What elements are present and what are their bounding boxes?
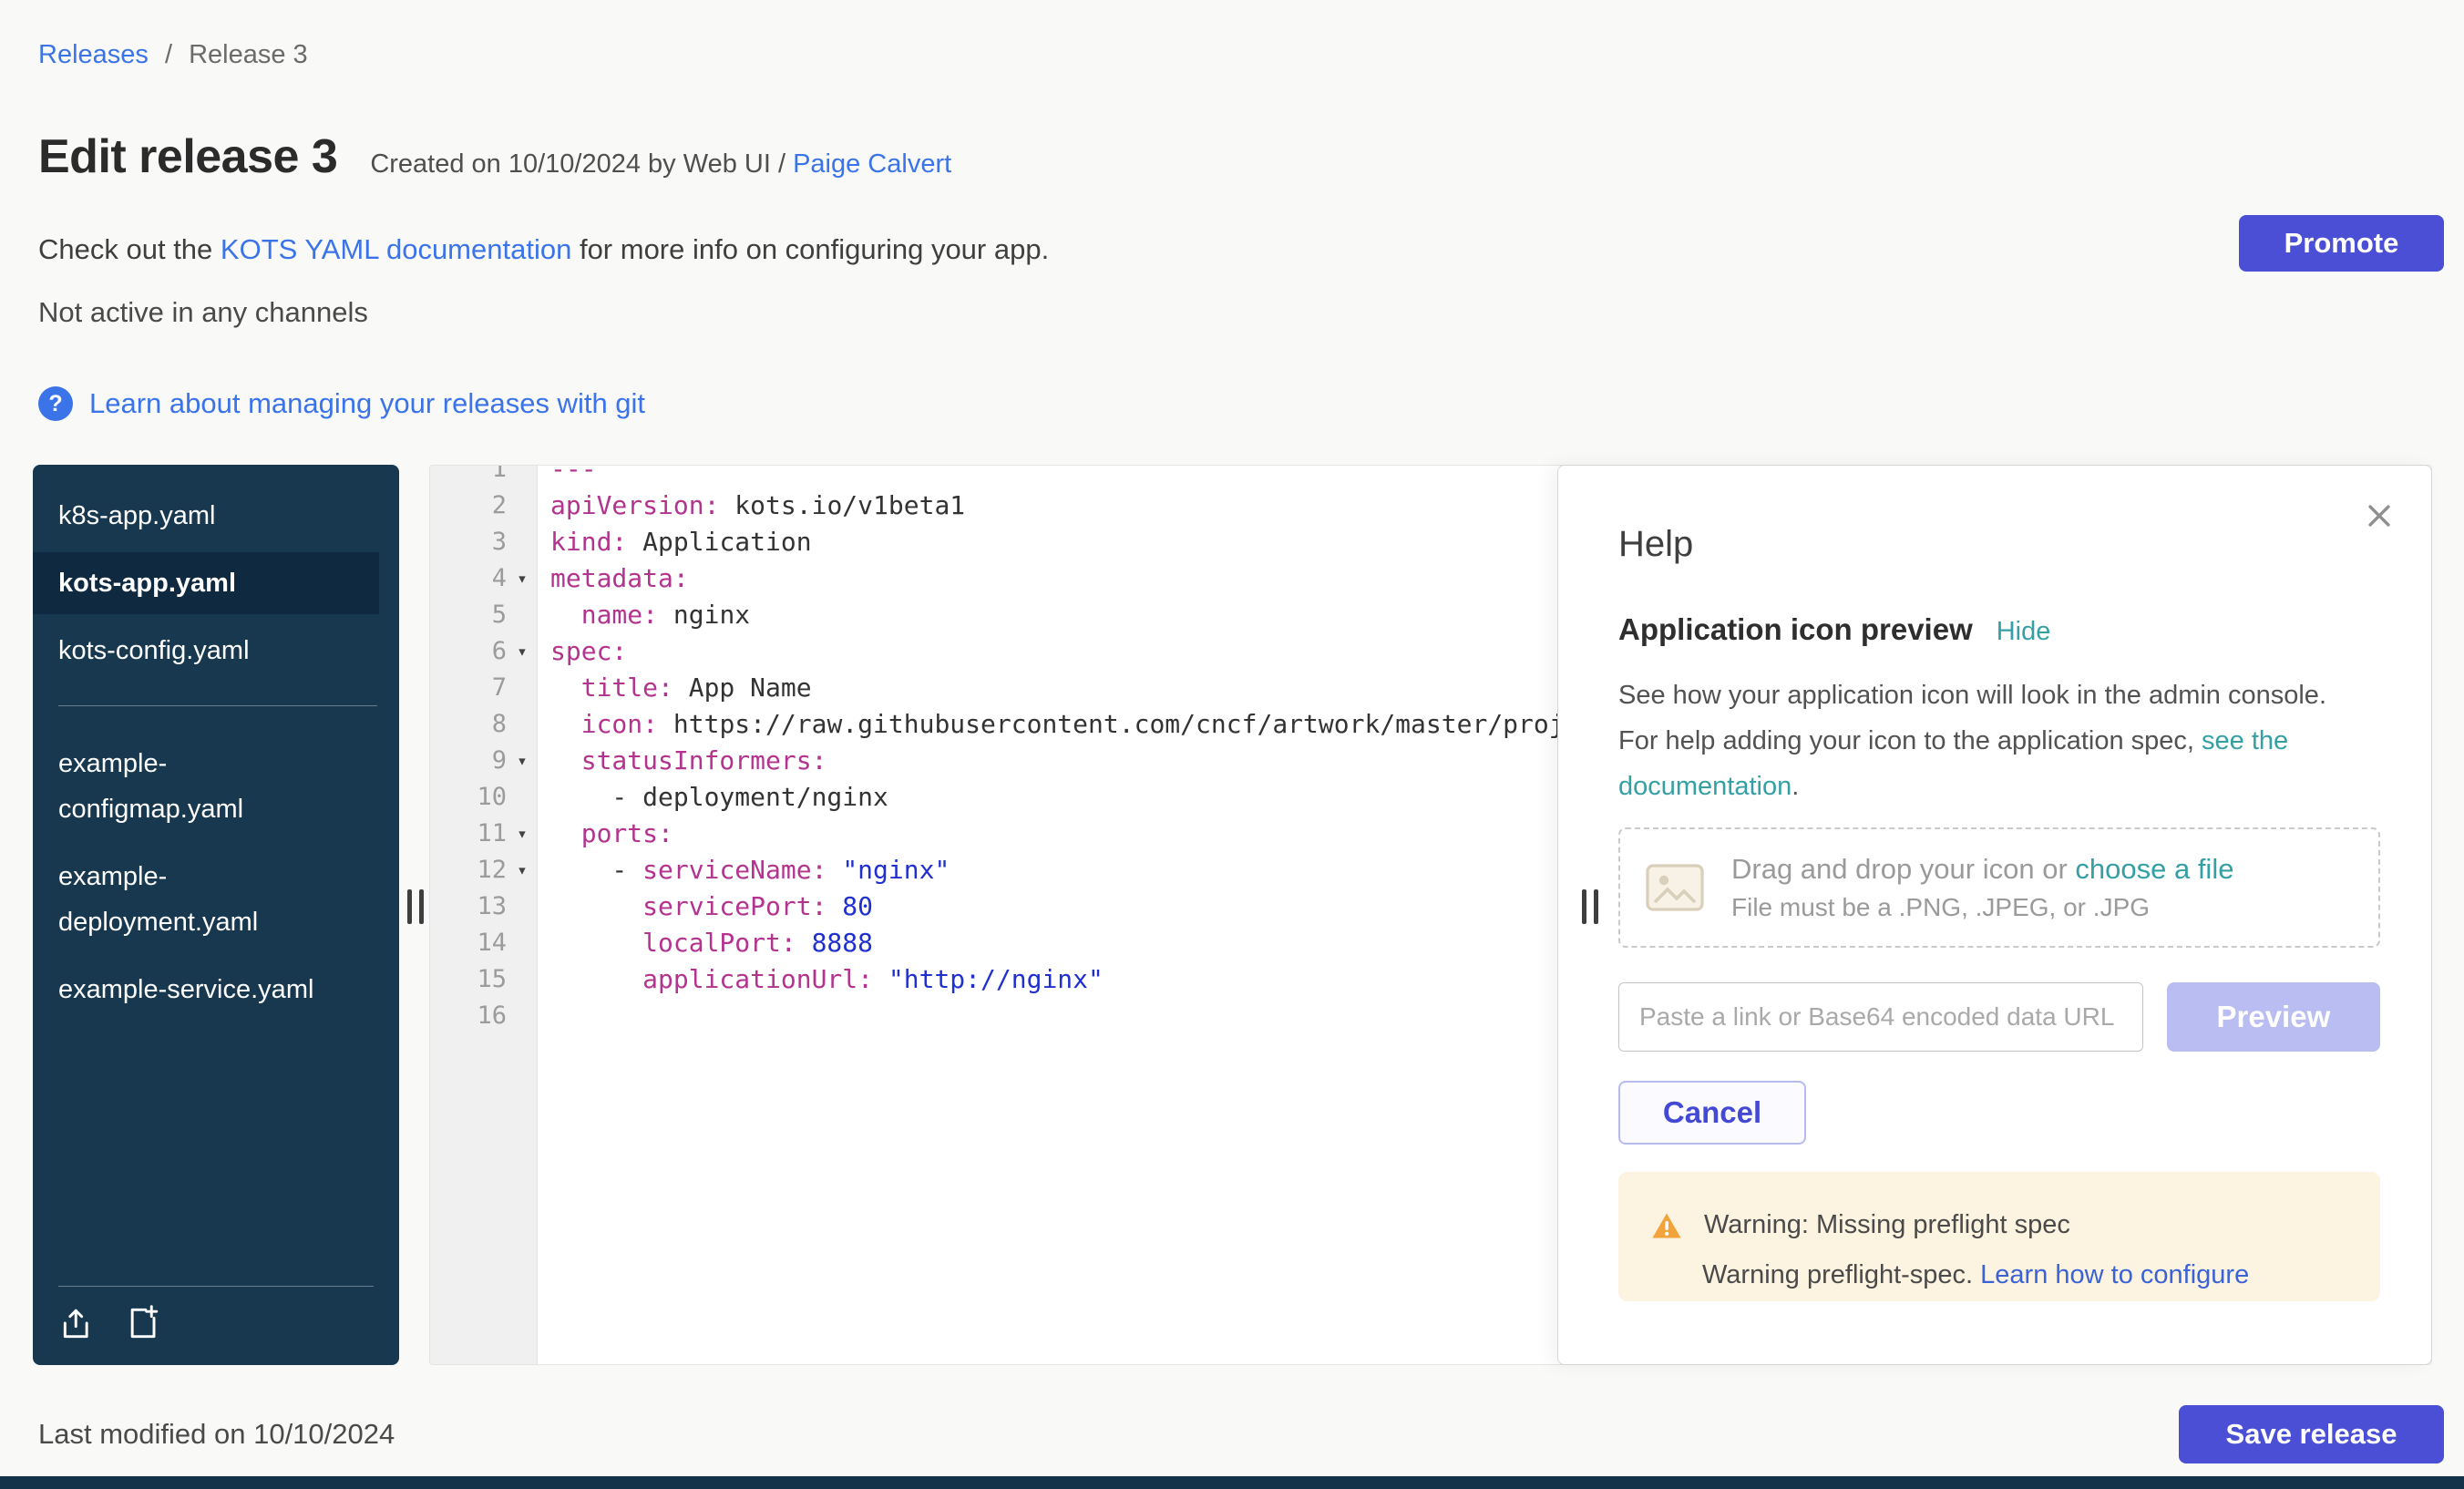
warning-icon <box>1651 1212 1682 1239</box>
gutter-line-12[interactable]: 12▾ <box>430 852 538 888</box>
git-help-link[interactable]: Learn about managing your releases with … <box>89 387 645 420</box>
sidebar-file-kots-config.yaml[interactable]: kots-config.yaml <box>33 620 399 682</box>
docs-suffix: for more info on configuring your app. <box>580 233 1049 265</box>
sidebar-file-example-deployment.yaml[interactable]: example-deployment.yaml <box>33 843 357 956</box>
gutter-line-5: 5 <box>430 597 538 633</box>
sidebar-file-k8s-app.yaml[interactable]: k8s-app.yaml <box>33 485 399 547</box>
gutter-line-15: 15 <box>430 961 538 998</box>
fold-arrow-icon[interactable]: ▾ <box>507 633 538 670</box>
gutter-line-10: 10 <box>430 779 538 816</box>
fold-arrow-icon[interactable]: ▾ <box>507 852 538 888</box>
docs-line: Check out the KOTS YAML documentation fo… <box>38 233 1049 266</box>
gutter-line-6[interactable]: 6▾ <box>430 633 538 670</box>
gutter-line-7: 7 <box>430 670 538 706</box>
preflight-configure-link[interactable]: Learn how to configure <box>1980 1260 2249 1289</box>
warning-text: Warning preflight-spec. <box>1702 1260 1973 1289</box>
channel-status: Not active in any channels <box>38 296 368 329</box>
last-modified: Last modified on 10/10/2024 <box>38 1418 395 1451</box>
file-sidebar: k8s-app.yamlkots-app.yamlkots-config.yam… <box>33 465 399 1365</box>
icon-url-row: Preview <box>1618 982 2380 1052</box>
question-icon: ? <box>38 386 73 421</box>
help-description: See how your application icon will look … <box>1618 673 2347 809</box>
import-file-icon[interactable] <box>58 1303 98 1343</box>
breadcrumb-current: Release 3 <box>189 40 308 69</box>
icon-preview-title: Application icon preview <box>1618 612 1973 647</box>
gutter-line-14: 14 <box>430 925 538 961</box>
title-row: Edit release 3 Created on 10/10/2024 by … <box>38 129 951 184</box>
cancel-button[interactable]: Cancel <box>1618 1081 1806 1145</box>
sidebar-file-example-configmap.yaml[interactable]: example-configmap.yaml <box>33 730 357 843</box>
created-text: Created on 10/10/2024 by Web UI / <box>370 149 785 179</box>
help-description-suffix: . <box>1792 772 1799 801</box>
sidebar-file-kots-app.yaml[interactable]: kots-app.yaml <box>33 552 379 614</box>
page-title: Edit release 3 <box>38 129 337 184</box>
breadcrumb: Releases / Release 3 <box>38 40 308 70</box>
sidebar-file-list: k8s-app.yamlkots-app.yamlkots-config.yam… <box>33 465 399 682</box>
release-editor: k8s-app.yamlkots-app.yamlkots-config.yam… <box>33 465 2432 1365</box>
sidebar-file-example-service.yaml[interactable]: example-service.yaml <box>33 956 357 1023</box>
git-help-row: ? Learn about managing your releases wit… <box>38 386 645 421</box>
drop-instruction: Drag and drop your icon or <box>1731 853 2068 885</box>
hide-link[interactable]: Hide <box>1997 617 2051 647</box>
warning-title: Warning: Missing preflight spec <box>1704 1210 2070 1240</box>
release-editor-page: Releases / Release 3 Edit release 3 Crea… <box>0 0 2464 1489</box>
image-placeholder-icon <box>1646 864 1704 911</box>
gutter-line-16: 16 <box>430 998 538 1034</box>
breadcrumb-separator: / <box>165 40 172 69</box>
created-info: Created on 10/10/2024 by Web UI / Paige … <box>370 149 951 180</box>
close-icon[interactable] <box>2364 500 2395 531</box>
author-link[interactable]: Paige Calvert <box>793 149 951 179</box>
gutter-line-8: 8 <box>430 706 538 743</box>
icon-preview-section: Application icon preview Hide <box>1618 612 2380 647</box>
gutter-line-2: 2 <box>430 488 538 524</box>
fold-arrow-icon[interactable]: ▾ <box>507 816 538 852</box>
file-type-hint: File must be a .PNG, .JPEG, or .JPG <box>1731 893 2233 922</box>
help-panel: Help Application icon preview Hide See h… <box>1557 465 2432 1365</box>
gutter-line-11[interactable]: 11▾ <box>430 816 538 852</box>
sidebar-bottom <box>33 1286 399 1365</box>
gutter-line-1: 1 <box>430 465 538 488</box>
warning-box: Warning: Missing preflight spec Warning … <box>1618 1172 2380 1301</box>
bottom-bar <box>0 1476 2464 1489</box>
breadcrumb-releases-link[interactable]: Releases <box>38 40 149 69</box>
sidebar-example-list: example-configmap.yamlexample-deployment… <box>33 730 399 1023</box>
sidebar-bottom-divider <box>58 1286 374 1287</box>
promote-button[interactable]: Promote <box>2239 215 2444 272</box>
icon-dropzone[interactable]: Drag and drop your icon or choose a file… <box>1618 827 2380 948</box>
kots-docs-link[interactable]: KOTS YAML documentation <box>221 233 571 265</box>
gutter-line-13: 13 <box>430 888 538 925</box>
preview-button[interactable]: Preview <box>2167 982 2380 1052</box>
sidebar-resize-handle[interactable] <box>407 889 424 924</box>
gutter-line-9[interactable]: 9▾ <box>430 743 538 779</box>
new-file-icon[interactable] <box>124 1303 164 1343</box>
fold-arrow-icon[interactable]: ▾ <box>507 560 538 597</box>
help-resize-handle[interactable] <box>1582 889 1598 924</box>
dropzone-text: Drag and drop your icon or choose a file… <box>1731 853 2233 922</box>
sidebar-divider <box>58 705 377 706</box>
save-release-button[interactable]: Save release <box>2179 1405 2444 1463</box>
choose-file-link[interactable]: choose a file <box>2075 853 2233 885</box>
fold-arrow-icon[interactable]: ▾ <box>507 743 538 779</box>
icon-url-input[interactable] <box>1618 982 2143 1052</box>
gutter-line-3: 3 <box>430 524 538 560</box>
gutter-lines: 1234▾56▾789▾1011▾12▾13141516 <box>430 465 538 1034</box>
gutter-line-4[interactable]: 4▾ <box>430 560 538 597</box>
docs-prefix: Check out the <box>38 233 212 265</box>
help-title: Help <box>1618 524 2380 565</box>
